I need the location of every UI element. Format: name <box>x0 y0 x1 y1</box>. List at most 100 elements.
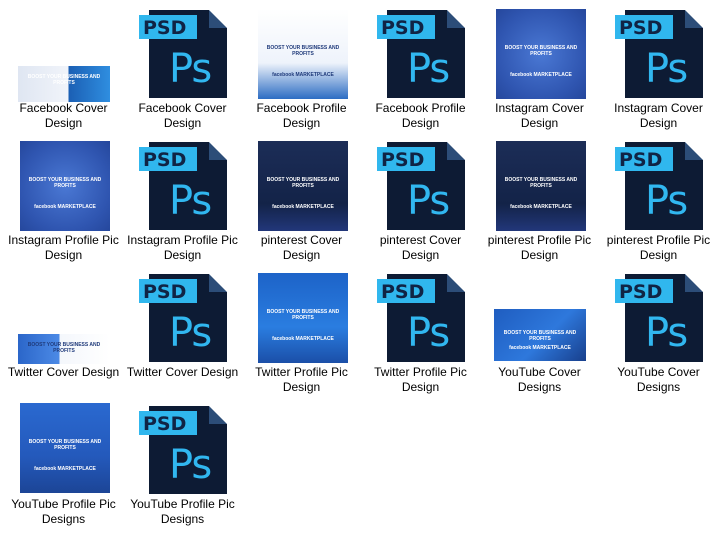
file-name: Instagram Cover Design <box>614 101 703 130</box>
thumbnail-text: BOOST YOUR BUSINESS AND PROFITS <box>28 177 102 189</box>
thumbnail-text: BOOST YOUR BUSINESS AND PROFITS <box>503 329 577 342</box>
page-fold <box>447 10 465 28</box>
psd-tab: PSD <box>615 147 673 171</box>
ps-glyph: Ps <box>407 46 450 92</box>
photoshop-file-icon: Ps PSD <box>139 274 227 362</box>
psd-tab: PSD <box>139 411 197 435</box>
file-item[interactable]: BOOST YOUR BUSINESS AND PROFITS facebook … <box>480 268 599 398</box>
file-item[interactable]: Ps PSD Facebook Cover Design <box>123 4 242 134</box>
file-name: pinterest Profile Pic Design <box>606 233 711 262</box>
photoshop-file-icon: Ps PSD <box>377 142 465 230</box>
file-item[interactable]: BOOST YOUR BUSINESS AND PROFITS Facebook … <box>4 4 123 134</box>
ps-glyph: Ps <box>169 442 212 488</box>
file-name: Twitter Profile Pic Design <box>374 365 467 394</box>
image-thumbnail: BOOST YOUR BUSINESS AND PROFITS facebook … <box>258 273 348 363</box>
file-name: YouTube Cover Designs <box>498 365 581 394</box>
file-item[interactable]: BOOST YOUR BUSINESS AND PROFITS facebook … <box>242 268 361 398</box>
file-name: Twitter Profile Pic Design <box>255 365 348 394</box>
image-thumbnail: BOOST YOUR BUSINESS AND PROFITS facebook … <box>494 309 586 361</box>
file-name: pinterest Cover Design <box>260 233 343 262</box>
psd-tab-text: PSD <box>381 149 425 171</box>
thumbnail-subtext: facebook MARKETPLACE <box>272 336 334 342</box>
page-fold <box>447 142 465 160</box>
page-fold <box>209 10 227 28</box>
file-item[interactable]: Ps PSD YouTube Profile Pic Designs <box>123 400 242 530</box>
psd-tab-text: PSD <box>143 413 187 435</box>
psd-tab: PSD <box>377 147 435 171</box>
image-thumbnail: BOOST YOUR BUSINESS AND PROFITS facebook … <box>258 9 348 99</box>
file-item[interactable]: BOOST YOUR BUSINESS AND PROFITS facebook … <box>242 136 361 266</box>
file-name: pinterest Profile Pic Design <box>487 233 592 262</box>
file-thumbnail: Ps PSD <box>123 268 242 364</box>
image-thumbnail: BOOST YOUR BUSINESS AND PROFITS facebook … <box>496 141 586 231</box>
psd-tab: PSD <box>377 15 435 39</box>
ps-glyph: Ps <box>169 310 212 356</box>
psd-tab-text: PSD <box>381 17 425 39</box>
thumbnail-text: BOOST YOUR BUSINESS AND PROFITS <box>266 45 340 57</box>
file-item[interactable]: BOOST YOUR BUSINESS AND PROFITS facebook … <box>480 4 599 134</box>
file-name: Twitter Cover Design <box>7 365 120 379</box>
image-thumbnail: BOOST YOUR BUSINESS AND PROFITS facebook … <box>496 9 586 99</box>
photoshop-file-icon: Ps PSD <box>615 274 703 362</box>
file-grid: BOOST YOUR BUSINESS AND PROFITS Facebook … <box>0 0 721 534</box>
file-thumbnail: Ps PSD <box>361 268 480 364</box>
file-thumbnail: Ps PSD <box>361 4 480 100</box>
file-name: Facebook Profile Design <box>375 101 466 130</box>
file-thumbnail: BOOST YOUR BUSINESS AND PROFITS facebook … <box>480 136 599 232</box>
thumbnail-text: BOOST YOUR BUSINESS AND PROFITS <box>266 309 340 321</box>
file-name: Instagram Cover Design <box>495 101 584 130</box>
psd-tab-text: PSD <box>143 281 187 303</box>
ps-glyph: Ps <box>407 310 450 356</box>
file-name: Facebook Profile Design <box>256 101 347 130</box>
file-name: YouTube Profile Pic Designs <box>130 497 235 526</box>
file-item[interactable]: Ps PSD YouTube Cover Designs <box>599 268 718 398</box>
image-thumbnail: BOOST YOUR BUSINESS AND PROFITS facebook … <box>20 141 110 231</box>
file-item[interactable]: Ps PSD Facebook Profile Design <box>361 4 480 134</box>
file-item[interactable]: BOOST YOUR BUSINESS AND PROFITS Twitter C… <box>4 268 123 398</box>
file-item[interactable]: BOOST YOUR BUSINESS AND PROFITS facebook … <box>4 400 123 530</box>
psd-tab: PSD <box>377 279 435 303</box>
ps-glyph: Ps <box>169 46 212 92</box>
file-thumbnail: BOOST YOUR BUSINESS AND PROFITS <box>4 4 123 102</box>
file-item[interactable]: Ps PSD pinterest Profile Pic Design <box>599 136 718 266</box>
photoshop-file-icon: Ps PSD <box>139 406 227 494</box>
photoshop-file-icon: Ps PSD <box>139 10 227 98</box>
thumbnail-text: BOOST YOUR BUSINESS AND PROFITS <box>266 177 340 189</box>
ps-glyph: Ps <box>407 178 450 224</box>
file-name: Instagram Profile Pic Design <box>8 233 119 262</box>
file-item[interactable]: Ps PSD pinterest Cover Design <box>361 136 480 266</box>
file-item[interactable]: BOOST YOUR BUSINESS AND PROFITS facebook … <box>480 136 599 266</box>
file-thumbnail: BOOST YOUR BUSINESS AND PROFITS facebook … <box>242 136 361 232</box>
file-item[interactable]: Ps PSD Twitter Cover Design <box>123 268 242 398</box>
photoshop-file-icon: Ps PSD <box>377 10 465 98</box>
ps-glyph: Ps <box>645 46 688 92</box>
image-thumbnail: BOOST YOUR BUSINESS AND PROFITS facebook … <box>258 141 348 231</box>
page-fold <box>447 274 465 292</box>
ps-glyph: Ps <box>645 178 688 224</box>
file-item[interactable]: BOOST YOUR BUSINESS AND PROFITS facebook … <box>242 4 361 134</box>
page-fold <box>209 274 227 292</box>
page-fold <box>209 142 227 160</box>
file-thumbnail: Ps PSD <box>123 400 242 496</box>
file-item[interactable]: Ps PSD Instagram Cover Design <box>599 4 718 134</box>
file-item[interactable]: Ps PSD Instagram Profile Pic Design <box>123 136 242 266</box>
file-thumbnail: BOOST YOUR BUSINESS AND PROFITS facebook … <box>4 136 123 232</box>
thumbnail-subtext: facebook MARKETPLACE <box>272 204 334 210</box>
page-fold <box>685 10 703 28</box>
file-thumbnail: Ps PSD <box>599 268 718 364</box>
file-item[interactable]: Ps PSD Twitter Profile Pic Design <box>361 268 480 398</box>
psd-tab-text: PSD <box>381 281 425 303</box>
psd-tab: PSD <box>139 279 197 303</box>
file-thumbnail: Ps PSD <box>123 4 242 100</box>
file-thumbnail: BOOST YOUR BUSINESS AND PROFITS <box>4 268 123 364</box>
thumbnail-text: BOOST YOUR BUSINESS AND PROFITS <box>27 342 101 354</box>
file-thumbnail: Ps PSD <box>599 4 718 100</box>
file-thumbnail: Ps PSD <box>599 136 718 232</box>
thumbnail-text: BOOST YOUR BUSINESS AND PROFITS <box>504 45 578 57</box>
psd-tab-text: PSD <box>619 281 663 303</box>
file-name: Instagram Profile Pic Design <box>127 233 238 262</box>
file-thumbnail: Ps PSD <box>361 136 480 232</box>
file-item[interactable]: BOOST YOUR BUSINESS AND PROFITS facebook … <box>4 136 123 266</box>
ps-glyph: Ps <box>169 178 212 224</box>
image-thumbnail: BOOST YOUR BUSINESS AND PROFITS <box>18 66 110 102</box>
